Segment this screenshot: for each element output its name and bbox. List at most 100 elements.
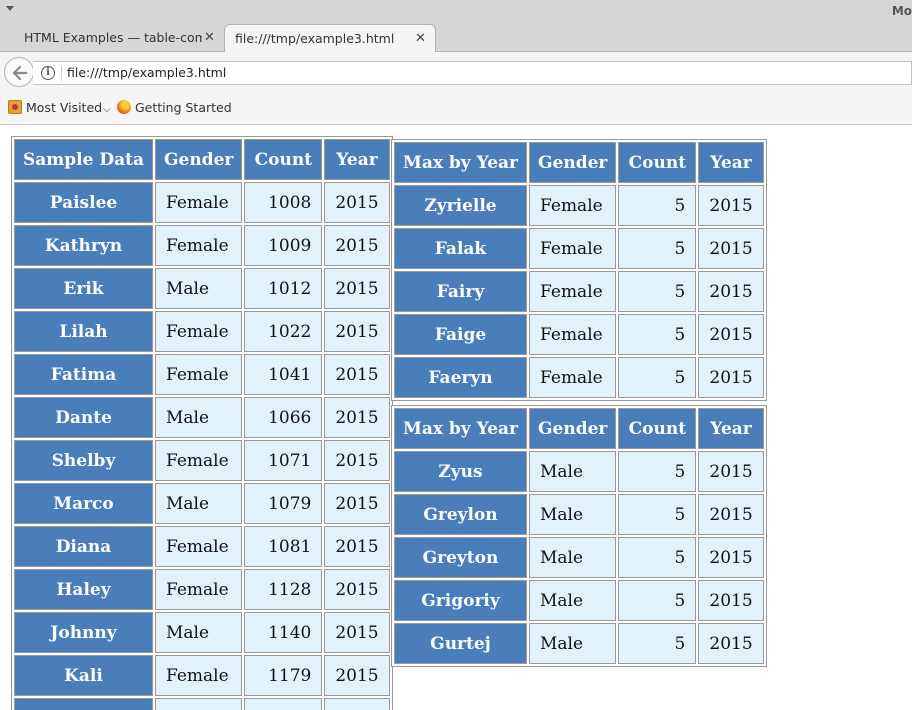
- bookmark-label: Most Visited: [26, 100, 103, 115]
- cell-count: 5: [618, 623, 697, 664]
- cell-gender: Female: [154, 225, 243, 266]
- table-row: Marco Male 1079 2015: [14, 483, 390, 524]
- cell-name: Fatima: [14, 354, 153, 395]
- table-row: Lilah Female 1022 2015: [14, 311, 390, 352]
- cell-name: Faige: [394, 314, 528, 355]
- cell-name: Shelby: [14, 440, 153, 481]
- cell-year: 2015: [324, 440, 390, 481]
- cell-count: 5: [618, 451, 697, 492]
- cell-count: [244, 698, 323, 710]
- cell-count: 5: [618, 185, 697, 226]
- table-row: Greyton Male 5 2015: [394, 537, 764, 578]
- chevron-down-icon: ⌵: [103, 104, 111, 115]
- cell-count: 1066: [244, 397, 323, 438]
- tab-close-icon[interactable]: ✕: [204, 30, 215, 45]
- column-header-count: Count: [618, 408, 697, 449]
- cell-year: 2015: [324, 268, 390, 309]
- cell-name: Greyton: [394, 537, 528, 578]
- cell-gender: Female: [154, 569, 243, 610]
- bookmark-getting-started[interactable]: Getting Started: [117, 100, 232, 115]
- table-row: Zyrielle Female 5 2015: [394, 185, 764, 226]
- header-row: Max by Year Gender Count Year: [394, 142, 764, 183]
- cell-gender: Female: [154, 655, 243, 696]
- column-header-year: Year: [324, 139, 390, 180]
- table-row: Fairy Female 5 2015: [394, 271, 764, 312]
- cell-gender: Female: [529, 228, 617, 269]
- bookmark-most-visited[interactable]: Most Visited⌵: [8, 100, 111, 115]
- cell-count: 1071: [244, 440, 323, 481]
- cell-year: 2015: [698, 314, 764, 355]
- back-arrow-icon: [12, 65, 28, 81]
- site-info-icon[interactable]: i: [41, 66, 55, 80]
- tab-strip: HTML Examples — table-compo ✕ file:///tm…: [0, 24, 912, 71]
- cell-year: 2015: [698, 451, 764, 492]
- cell-name: Johnny: [14, 612, 153, 653]
- cell-gender: Female: [154, 354, 243, 395]
- address-bar[interactable]: i file:///tmp/example3.html: [33, 61, 912, 85]
- page-content: Sample Data Gender Count Year Paislee Female 1…: [0, 126, 912, 710]
- cell-gender: Male: [529, 580, 617, 621]
- cell-year: 2015: [324, 526, 390, 567]
- tab-label: file:///tmp/example3.html: [235, 31, 395, 46]
- cell-gender: Male: [154, 397, 243, 438]
- url-text[interactable]: file:///tmp/example3.html: [67, 65, 226, 80]
- table-row: Gurtej Male 5 2015: [394, 623, 764, 664]
- column-header-year: Year: [698, 142, 764, 183]
- cell-name: Gurtej: [394, 623, 528, 664]
- window-title-fragment: Mo: [891, 4, 912, 18]
- column-header-year: Year: [698, 408, 764, 449]
- header-row: Max by Year Gender Count Year: [394, 408, 764, 449]
- cell-gender: Female: [154, 182, 243, 223]
- cell-year: 2015: [324, 225, 390, 266]
- cell-gender: Male: [529, 494, 617, 535]
- cell-year: 2015: [698, 271, 764, 312]
- tab-html-examples[interactable]: HTML Examples — table-compo ✕: [0, 24, 222, 52]
- cell-gender: Male: [154, 612, 243, 653]
- cell-name: Grigoriy: [394, 580, 528, 621]
- firefox-icon: [117, 100, 131, 114]
- cell-year: 2015: [324, 483, 390, 524]
- cell-gender: Male: [154, 483, 243, 524]
- cell-name: Marco: [14, 483, 153, 524]
- cell-gender: Male: [529, 623, 617, 664]
- cell-year: 2015: [698, 537, 764, 578]
- cell-count: 1012: [244, 268, 323, 309]
- cell-year: 2015: [698, 228, 764, 269]
- cell-year: 2015: [698, 580, 764, 621]
- cell-gender: Female: [154, 311, 243, 352]
- cell-year: 2015: [324, 655, 390, 696]
- cell-name: Fairy: [394, 271, 528, 312]
- cell-count: 1041: [244, 354, 323, 395]
- cell-name: Kali: [14, 655, 153, 696]
- cell-gender: Female: [529, 271, 617, 312]
- window-menu-arrow-icon[interactable]: [6, 6, 14, 11]
- cell-year: 2015: [324, 354, 390, 395]
- table-row: Greylon Male 5 2015: [394, 494, 764, 535]
- tab-example3[interactable]: file:///tmp/example3.html ✕: [224, 24, 436, 53]
- cell-name: [14, 698, 153, 710]
- cell-count: 5: [618, 357, 697, 398]
- bookmarks-toolbar: Most Visited⌵ Getting Started: [0, 92, 912, 125]
- column-header-name: Max by Year: [394, 142, 528, 183]
- tab-close-icon[interactable]: ✕: [415, 31, 426, 46]
- cell-year: 2015: [324, 182, 390, 223]
- max-by-year-female-table: Max by Year Gender Count Year Zyrielle Female…: [391, 139, 767, 401]
- cell-name: Falak: [394, 228, 528, 269]
- column-header-count: Count: [244, 139, 323, 180]
- cell-name: Zyrielle: [394, 185, 528, 226]
- table-row: [14, 698, 390, 710]
- table-row: Johnny Male 1140 2015: [14, 612, 390, 653]
- cell-year: 2015: [698, 357, 764, 398]
- column-header-gender: Gender: [529, 142, 617, 183]
- table-row: Shelby Female 1071 2015: [14, 440, 390, 481]
- table-row: Faeryn Female 5 2015: [394, 357, 764, 398]
- table-row: Kathryn Female 1009 2015: [14, 225, 390, 266]
- back-button[interactable]: [4, 57, 34, 87]
- cell-count: 1128: [244, 569, 323, 610]
- cell-year: 2015: [324, 612, 390, 653]
- cell-count: 5: [618, 271, 697, 312]
- cell-count: 1009: [244, 225, 323, 266]
- cell-count: 1179: [244, 655, 323, 696]
- window-titlebar: Mo: [0, 0, 912, 24]
- table-row: Zyus Male 5 2015: [394, 451, 764, 492]
